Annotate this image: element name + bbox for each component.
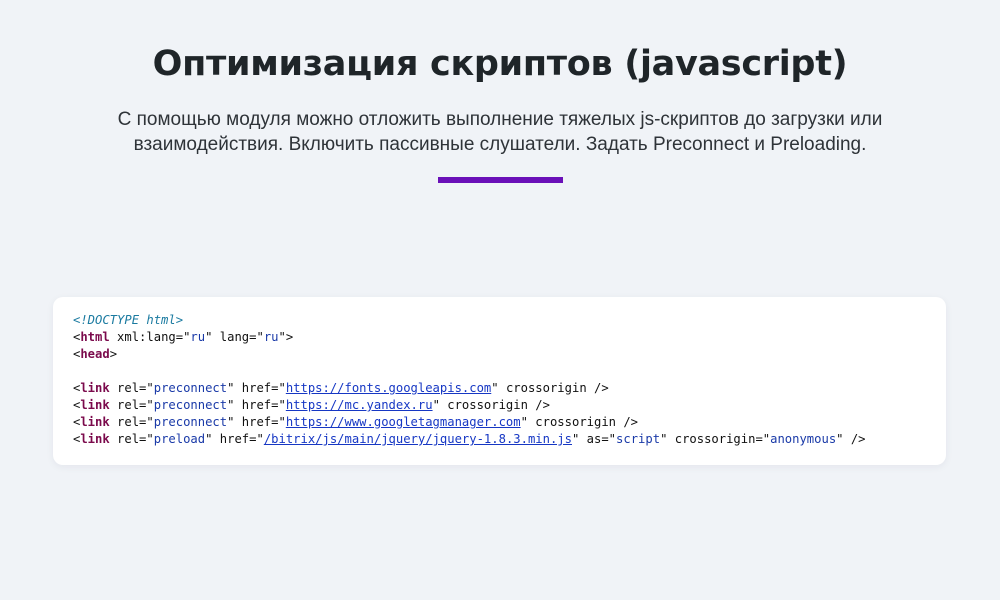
code-token: preconnect bbox=[153, 381, 228, 395]
code-token: > bbox=[109, 347, 118, 361]
code-token: head bbox=[80, 347, 110, 361]
code-block-card: <!DOCTYPE html> <html xml:lang="ru" lang=… bbox=[53, 297, 946, 465]
code-token: link bbox=[80, 398, 110, 412]
code-token: " crossorigin /> bbox=[520, 415, 639, 429]
code-token: " crossorigin /> bbox=[432, 398, 550, 412]
code-token: rel=" bbox=[109, 432, 154, 446]
code-url-link[interactable]: https://fonts.googleapis.com bbox=[286, 381, 491, 395]
accent-divider bbox=[438, 177, 563, 183]
code-token: html bbox=[80, 330, 110, 344]
code-token: preconnect bbox=[153, 398, 228, 412]
code-token: " href=" bbox=[205, 432, 264, 446]
code-line: <link rel="preload" href="/bitrix/js/mai… bbox=[73, 431, 866, 448]
code-token: " crossorigin=" bbox=[660, 432, 771, 446]
code-token: preload bbox=[153, 432, 206, 446]
code-token: ru bbox=[263, 330, 279, 344]
code-token: link bbox=[80, 432, 110, 446]
code-token: xml:lang=" bbox=[109, 330, 191, 344]
code-token: link bbox=[80, 415, 110, 429]
code-line: <link rel="preconnect" href="https://fon… bbox=[73, 380, 866, 397]
code-token: preconnect bbox=[153, 415, 228, 429]
code-line: <head> bbox=[73, 346, 866, 363]
code-token: " href=" bbox=[227, 381, 286, 395]
code-block: <!DOCTYPE html> <html xml:lang="ru" lang=… bbox=[73, 312, 866, 448]
code-token: anonymous bbox=[770, 432, 837, 446]
code-token: <!DOCTYPE html> bbox=[73, 313, 184, 327]
code-token: rel=" bbox=[109, 415, 154, 429]
code-token: rel=" bbox=[109, 381, 154, 395]
code-url-link[interactable]: https://mc.yandex.ru bbox=[286, 398, 433, 412]
page-description: С помощью модуля можно отложить выполнен… bbox=[117, 109, 883, 155]
code-token: " /> bbox=[836, 432, 866, 446]
code-token: " href=" bbox=[227, 415, 286, 429]
code-line: <html xml:lang="ru" lang="ru"> bbox=[73, 329, 866, 346]
code-line: <link rel="preconnect" href="https://www… bbox=[73, 414, 866, 431]
code-line: <link rel="preconnect" href="https://mc.… bbox=[73, 397, 866, 414]
code-token: "> bbox=[278, 330, 294, 344]
page-title: Оптимизация скриптов (javascript) bbox=[152, 44, 848, 84]
code-token: " lang=" bbox=[205, 330, 264, 344]
code-token: script bbox=[616, 432, 661, 446]
code-token: rel=" bbox=[109, 398, 154, 412]
code-token: link bbox=[80, 381, 110, 395]
code-token: " crossorigin /> bbox=[491, 381, 609, 395]
code-token: " href=" bbox=[227, 398, 286, 412]
code-line: <!DOCTYPE html> bbox=[73, 312, 866, 329]
code-token: " as=" bbox=[572, 432, 617, 446]
code-token: ru bbox=[190, 330, 206, 344]
code-url-link[interactable]: https://www.googletagmanager.com bbox=[286, 415, 521, 429]
page: Оптимизация скриптов (javascript) С помо… bbox=[0, 0, 1000, 600]
code-url-link[interactable]: /bitrix/js/main/jquery/jquery-1.8.3.min.… bbox=[264, 432, 572, 446]
